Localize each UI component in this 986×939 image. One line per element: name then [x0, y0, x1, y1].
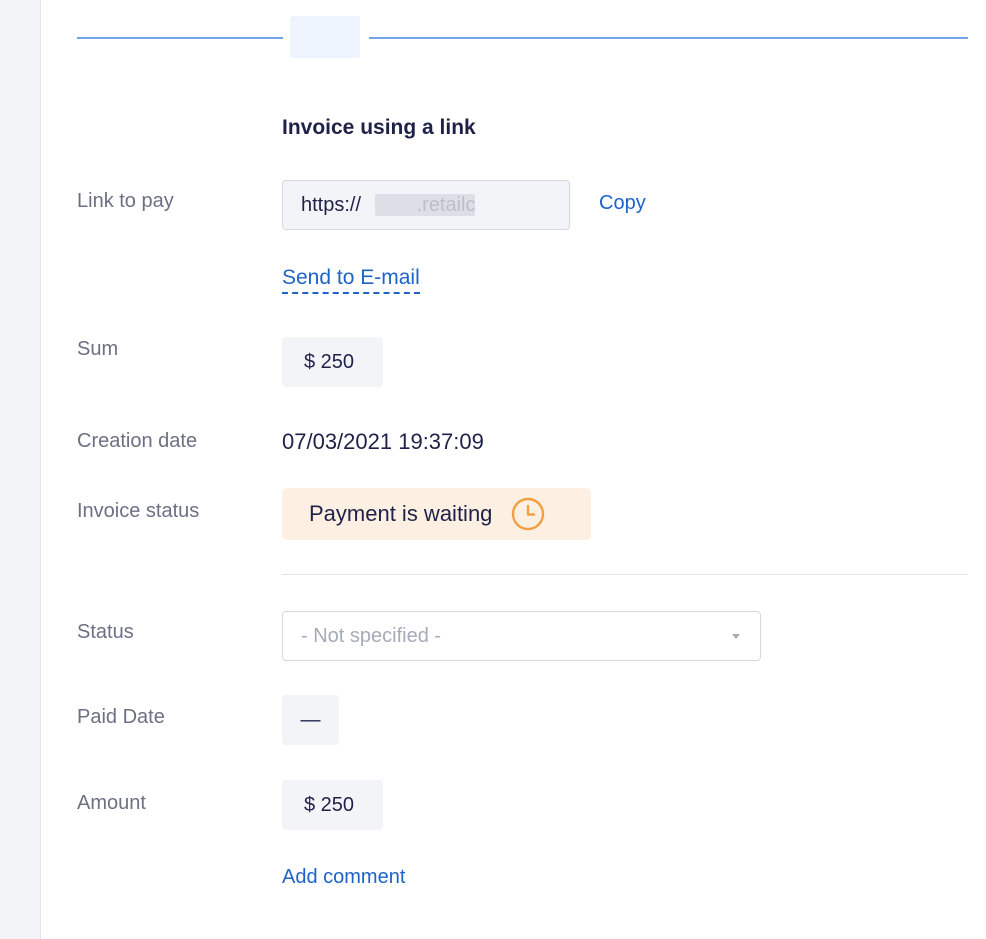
clock-icon [510, 496, 546, 532]
invoice-heading: Invoice using a link [282, 116, 476, 139]
paid-date-value: — [282, 695, 339, 745]
status-label: Status [77, 621, 134, 643]
add-comment-button[interactable]: Add comment [282, 866, 405, 889]
section-separator [282, 574, 968, 575]
chevron-down-icon [732, 633, 740, 639]
section-tab[interactable] [290, 16, 360, 58]
invoice-status-text: Payment is waiting [309, 501, 493, 526]
amount-label: Amount [77, 792, 146, 814]
left-sidebar-strip [0, 0, 41, 939]
status-select[interactable]: - Not specified - [282, 611, 761, 661]
creation-date-label: Creation date [77, 430, 198, 452]
invoice-panel [42, 0, 986, 939]
section-divider-left [77, 37, 283, 39]
sum-value: $ 250 [282, 337, 383, 387]
paid-date-label: Paid Date [77, 706, 165, 728]
creation-date-value: 07/03/2021 19:37:09 [282, 429, 484, 454]
redacted-link-mask [375, 194, 475, 216]
amount-value: $ 250 [282, 780, 383, 830]
invoice-status-label: Invoice status [77, 500, 200, 522]
sum-label: Sum [77, 338, 119, 360]
link-to-pay-label: Link to pay [77, 190, 174, 212]
invoice-status-badge: Payment is waiting [282, 488, 591, 540]
copy-link-button[interactable]: Copy [599, 192, 646, 215]
section-divider-right [369, 37, 968, 39]
status-select-value: - Not specified - [301, 624, 442, 647]
send-to-email-link[interactable]: Send to E-mail [282, 265, 420, 294]
